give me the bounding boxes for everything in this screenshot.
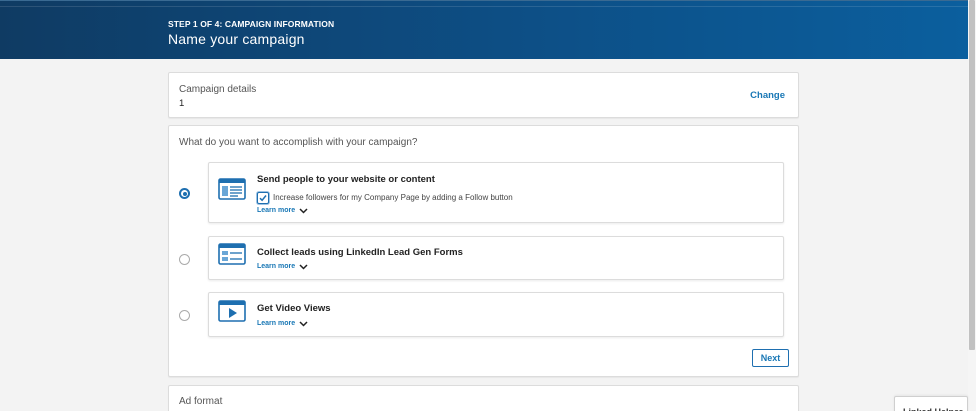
ad-format-card: Ad format [168,385,799,411]
checkmark-icon [259,195,267,202]
option-video-views[interactable]: Get Video Views Learn more [208,292,784,337]
chevron-down-icon [299,320,308,327]
header-divider [0,6,968,7]
learn-more-link-video-views[interactable]: Learn more [257,320,308,327]
campaign-details-card: Campaign details 1 Change [168,72,799,118]
ad-format-label: Ad format [179,396,223,407]
follow-button-checkbox-label: Increase followers for my Company Page b… [273,193,513,202]
video-play-icon [218,300,246,322]
option-lead-generation[interactable]: Collect leads using LinkedIn Lead Gen Fo… [208,236,784,280]
radio-website-visits[interactable] [179,188,190,199]
linked-helper-tab[interactable]: Linked Helper [894,396,968,411]
next-button[interactable]: Next [752,349,789,367]
chevron-down-icon [299,263,308,270]
learn-more-link-lead-generation[interactable]: Learn more [257,263,308,270]
webpage-icon [218,178,246,200]
lead-form-icon [218,243,246,265]
chevron-down-icon [299,207,308,214]
campaign-name-value: 1 [179,98,185,109]
step-label: STEP 1 OF 4: CAMPAIGN INFORMATION [168,19,335,29]
option-title-website-visits: Send people to your website or content [257,174,435,185]
radio-video-views[interactable] [179,310,190,321]
scrollbar-thumb[interactable] [969,0,975,350]
learn-more-label: Learn more [257,320,296,327]
option-title-video-views: Get Video Views [257,303,331,314]
campaign-details-label: Campaign details [179,84,257,95]
option-website-visits[interactable]: Send people to your website or content I… [208,162,784,223]
objectives-card: What do you want to accomplish with your… [168,125,799,377]
change-link[interactable]: Change [750,90,785,101]
radio-lead-generation[interactable] [179,254,190,265]
learn-more-label: Learn more [257,207,296,214]
follow-button-checkbox[interactable] [257,192,269,204]
objective-question: What do you want to accomplish with your… [179,137,418,148]
learn-more-link-website-visits[interactable]: Learn more [257,207,308,214]
option-title-lead-generation: Collect leads using LinkedIn Lead Gen Fo… [257,247,463,258]
learn-more-label: Learn more [257,263,296,270]
campaign-header: STEP 1 OF 4: CAMPAIGN INFORMATION Name y… [0,0,968,59]
page-title: Name your campaign [168,31,305,47]
